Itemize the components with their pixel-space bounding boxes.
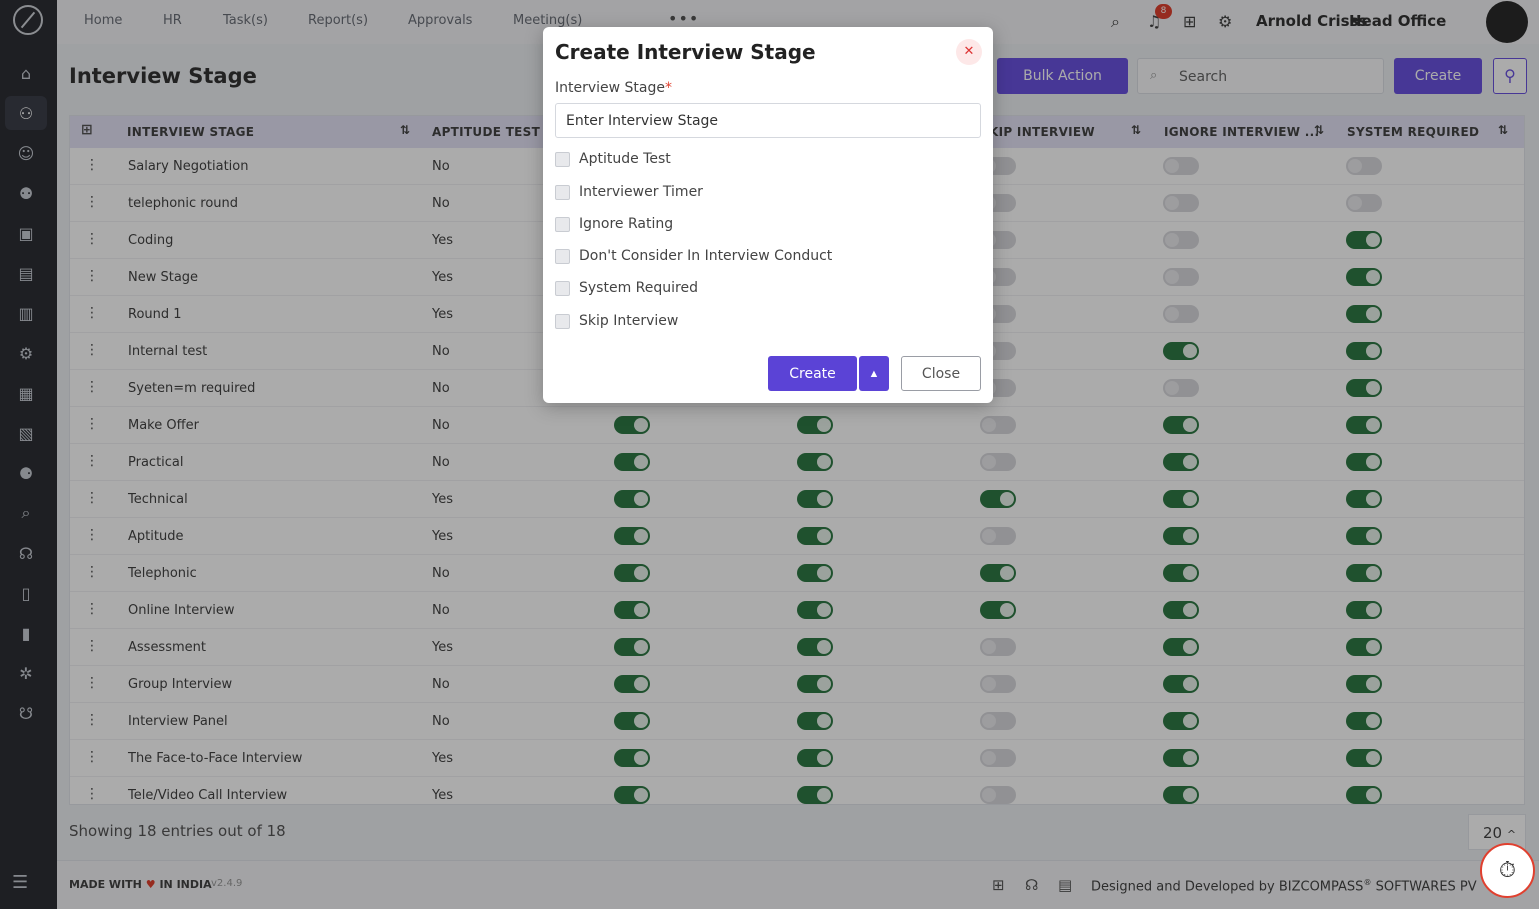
checkbox-box[interactable]	[555, 314, 570, 329]
checkbox-box[interactable]	[555, 185, 570, 200]
close-icon[interactable]: ✕	[956, 39, 982, 65]
checkbox-label: Aptitude Test	[579, 151, 671, 167]
dialog-close-button[interactable]: Close	[901, 356, 981, 391]
stopwatch-icon[interactable]: ⏱	[1480, 843, 1535, 898]
interview-stage-label-text: Interview Stage	[555, 80, 666, 96]
dialog-create-button[interactable]: Create	[768, 356, 857, 391]
checkbox-label: System Required	[579, 280, 698, 296]
chevron-up-icon[interactable]: ▲	[859, 356, 889, 391]
checkbox-label: Don't Consider In Interview Conduct	[579, 248, 833, 264]
checkbox-box[interactable]	[555, 152, 570, 167]
checkbox-label: Skip Interview	[579, 313, 679, 329]
create-interview-stage-dialog: Create Interview Stage ✕ Interview Stage…	[543, 27, 993, 403]
required-marker: *	[665, 80, 673, 96]
checkbox-box[interactable]	[555, 217, 570, 232]
dialog-title: Create Interview Stage	[555, 40, 816, 64]
interview-stage-label: Interview Stage*	[555, 80, 672, 96]
checkbox-label: Ignore Rating	[579, 216, 674, 232]
checkbox-box[interactable]	[555, 249, 570, 264]
checkbox-box[interactable]	[555, 281, 570, 296]
interview-stage-input[interactable]	[555, 103, 981, 138]
checkbox-label: Interviewer Timer	[579, 184, 703, 200]
